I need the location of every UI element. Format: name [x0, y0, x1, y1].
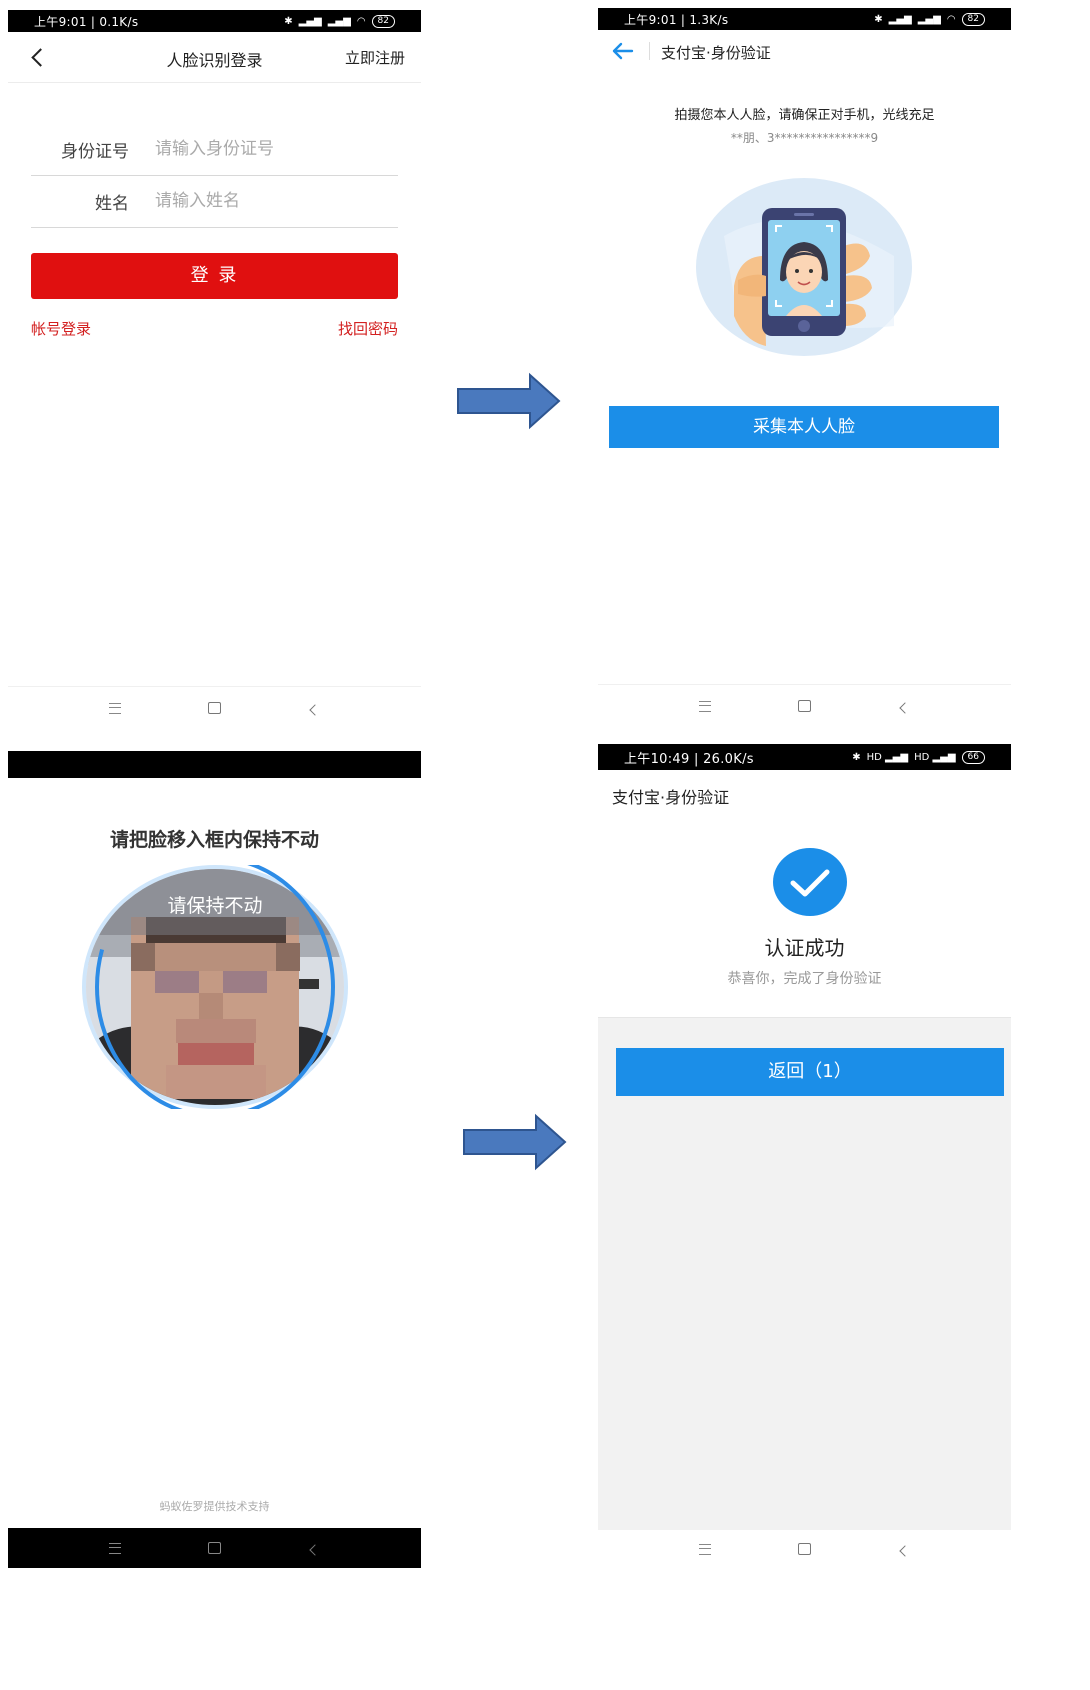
header-divider: [649, 42, 650, 60]
hd-signal-icon-2: HD ▂▄▆: [914, 751, 956, 763]
capture-instruction: 拍摄您本人人脸，请确保正对手机，光线充足: [674, 108, 935, 123]
bluetooth-icon: ✱: [874, 13, 883, 25]
status-time: 上午10:49 | 26.0K/s: [624, 751, 754, 767]
face-capture-illustration: [696, 178, 912, 356]
success-check-icon: [773, 848, 847, 916]
nav-back-icon[interactable]: [305, 1539, 325, 1558]
status-bar: 上午9:01 | 1.3K/s ✱ ▂▄▆ ▂▄▆ ◠ 82: [598, 8, 1011, 30]
status-time: 上午9:01 | 1.3K/s: [624, 12, 729, 27]
home-icon[interactable]: [205, 1539, 225, 1558]
verification-success-screen: 上午10:49 | 26.0K/s ✱ HD ▂▄▆ HD ▂▄▆ 66 支付宝…: [598, 744, 1011, 1568]
battery-icon: 82: [961, 12, 985, 26]
id-number-input[interactable]: [153, 138, 387, 160]
page-title: 支付宝·身份验证: [661, 44, 771, 62]
id-number-label: 身份证号: [61, 141, 129, 162]
capture-face-button[interactable]: 采集本人人脸: [609, 406, 999, 448]
system-nav-divider: [598, 684, 1011, 685]
masked-identity: **朋、3****************9: [730, 131, 879, 145]
register-link[interactable]: 立即注册: [345, 47, 405, 68]
status-bar: [8, 751, 421, 778]
home-icon[interactable]: [205, 699, 225, 718]
login-button[interactable]: 登 录: [31, 253, 398, 299]
back-arrow-icon[interactable]: [612, 42, 634, 60]
face-login-screen: 上午9:01 | 0.1K/s ✱ ▂▄▆ ▂▄▆ ◠ 82 人脸识别登录 立即…: [8, 10, 421, 728]
status-icons: ✱ HD ▂▄▆ HD ▂▄▆ 66: [852, 750, 985, 764]
menu-icon[interactable]: [105, 1539, 125, 1558]
id-number-row: 身份证号: [31, 123, 398, 176]
hd-signal-icon: HD ▂▄▆: [866, 751, 909, 763]
name-input[interactable]: [153, 190, 387, 212]
battery-icon: 66: [961, 750, 985, 764]
name-row: 姓名: [31, 175, 398, 228]
home-icon[interactable]: [795, 1540, 815, 1559]
bluetooth-icon: ✱: [852, 751, 861, 763]
scan-progress-ring: [95, 865, 335, 1109]
account-login-link[interactable]: 帐号登录: [31, 318, 91, 339]
recover-password-link[interactable]: 找回密码: [338, 318, 398, 339]
header: 支付宝·身份验证: [598, 30, 1011, 72]
nav-back-icon[interactable]: [305, 699, 325, 718]
status-time: 上午9:01 | 0.1K/s: [34, 14, 139, 29]
name-label: 姓名: [95, 193, 129, 214]
powered-by-footer: 蚂蚁佐罗提供技术支持: [159, 1500, 270, 1513]
flow-arrow-icon: [457, 372, 561, 430]
nav-back-icon[interactable]: [895, 1540, 915, 1559]
home-icon[interactable]: [795, 697, 815, 716]
status-icons: ✱ ▂▄▆ ▂▄▆ ◠ 82: [874, 12, 985, 26]
return-button[interactable]: 返回（1）: [616, 1048, 1004, 1096]
success-subtitle: 恭喜你，完成了身份验证: [727, 971, 882, 987]
menu-icon[interactable]: [105, 699, 125, 718]
alipay-capture-screen: 上午9:01 | 1.3K/s ✱ ▂▄▆ ▂▄▆ ◠ 82 支付宝·身份验证 …: [598, 8, 1011, 726]
status-bar: 上午9:01 | 0.1K/s ✱ ▂▄▆ ▂▄▆ ◠ 82: [8, 10, 421, 32]
page-title: 支付宝·身份验证: [612, 788, 730, 807]
status-bar: 上午10:49 | 26.0K/s ✱ HD ▂▄▆ HD ▂▄▆ 66: [598, 744, 1011, 770]
scan-instruction: 请把脸移入框内保持不动: [109, 829, 319, 851]
battery-icon: 82: [371, 14, 395, 28]
wifi-icon: ◠: [356, 15, 366, 27]
signal-icon-2: ▂▄▆: [917, 13, 941, 25]
flow-arrow-icon: [463, 1113, 567, 1171]
signal-icon-2: ▂▄▆: [327, 15, 351, 27]
header: 人脸识别登录 立即注册: [8, 32, 421, 83]
menu-icon[interactable]: [695, 1540, 715, 1559]
system-nav-divider: [8, 686, 421, 687]
bluetooth-icon: ✱: [284, 15, 293, 27]
signal-icon: ▂▄▆: [298, 15, 322, 27]
nav-back-icon[interactable]: [895, 697, 915, 716]
face-scan-screen: 请把脸移入框内保持不动 请保持不动 蚂蚁佐罗提供技术支持: [8, 751, 421, 1568]
wifi-icon: ◠: [946, 13, 956, 25]
system-nav-bar: [8, 1528, 421, 1568]
status-icons: ✱ ▂▄▆ ▂▄▆ ◠ 82: [284, 14, 395, 28]
system-nav-bar: [598, 696, 1011, 716]
success-title: 认证成功: [764, 936, 845, 960]
signal-icon: ▂▄▆: [888, 13, 912, 25]
menu-icon[interactable]: [695, 697, 715, 716]
result-card: 支付宝·身份验证 认证成功 恭喜你，完成了身份验证: [598, 770, 1011, 1018]
system-nav-bar: [598, 1530, 1011, 1568]
system-nav-bar: [8, 698, 421, 718]
